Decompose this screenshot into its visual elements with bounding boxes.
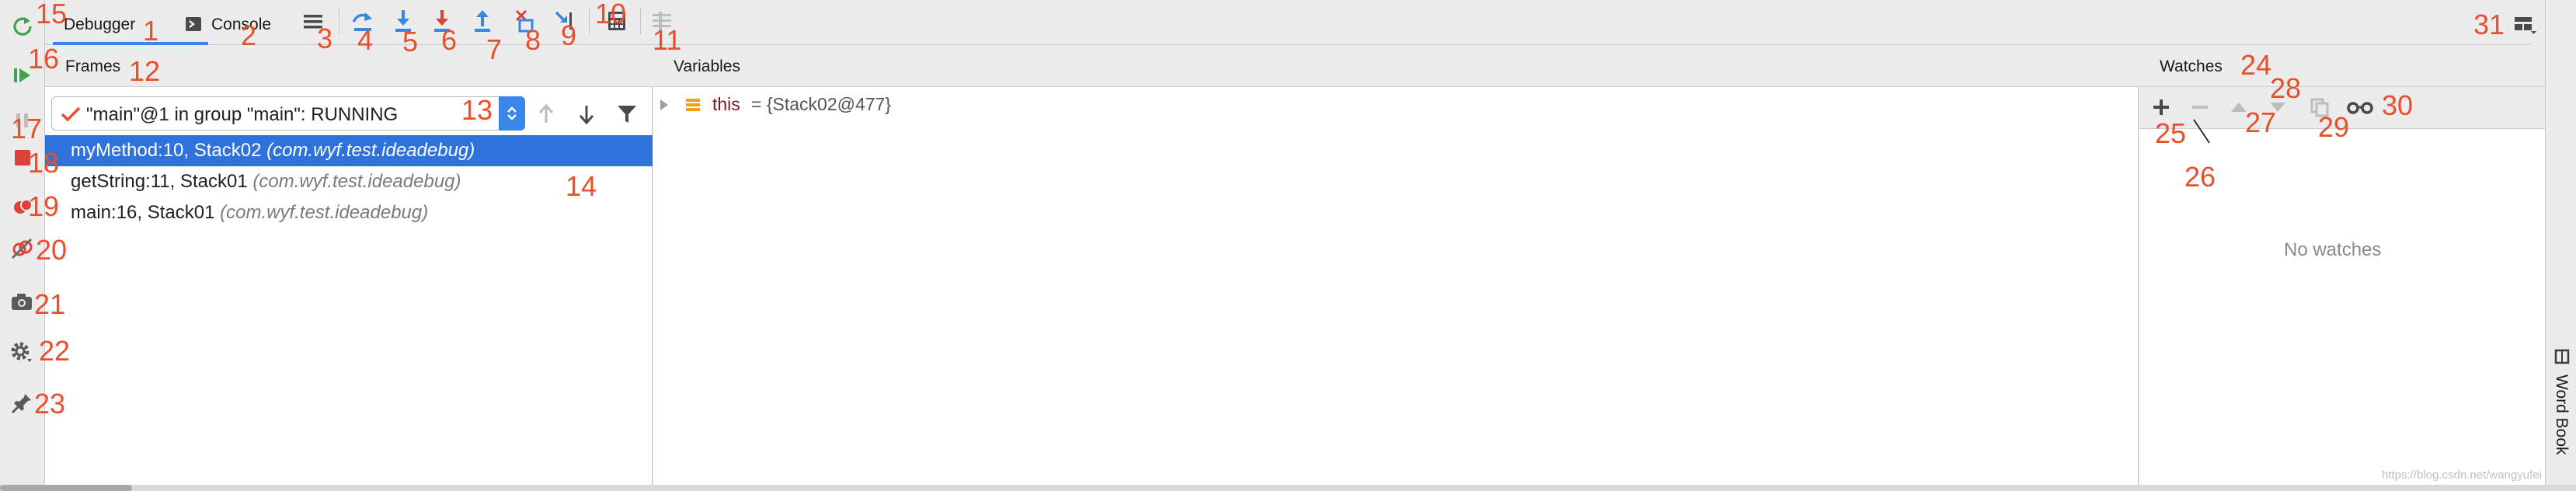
next-frame-arrow-icon[interactable] [576,103,597,126]
annotation-pointer-line [2193,119,2210,144]
word-book-tool-button[interactable]: Word Book [2549,346,2574,471]
toolbar-separator [589,8,590,34]
frame-package: (com.wyf.test.ideadebug) [252,171,461,192]
annotation-number: 21 [34,288,66,320]
annotation-number: 18 [28,147,60,179]
annotation-number: 19 [28,190,60,222]
book-icon [2554,349,2570,364]
variables-header: Variables [653,45,2139,87]
no-watches-text: No watches [2284,239,2382,260]
annotation-number: 15 [36,0,68,30]
annotation-number: 13 [461,94,493,126]
annotation-number: 28 [2270,72,2302,104]
debug-tool-window: Debugger Console Frames "main"@1 in grou… [0,0,2576,491]
pin-tab-icon[interactable] [9,392,34,415]
annotation-number: 16 [28,43,60,75]
right-tool-strip: Word Book [2545,0,2576,491]
frames-panel: Frames "main"@1 in group "main": RUNNING [45,45,653,485]
watches-header: Watches [2139,45,2545,87]
restore-layout-icon[interactable] [2512,14,2537,36]
annotation-number: 29 [2318,111,2350,143]
word-book-label: Word Book [2553,374,2571,455]
annotation-number: 30 [2382,89,2414,121]
frame-method: getString:11, Stack01 [71,171,248,192]
tab-debugger-label: Debugger [64,16,136,33]
variable-name: this [712,94,740,114]
variable-value: = {Stack02@477} [751,94,892,114]
annotation-number: 14 [566,170,597,202]
annotation-number: 12 [129,55,161,87]
toolbar-separator [640,8,641,34]
frame-package: (com.wyf.test.ideadebug) [266,140,475,161]
annotation-number: 8 [525,24,541,56]
debugger-tab-underline [67,42,165,44]
watches-title: Watches [2160,57,2223,75]
frame-row[interactable]: myMethod:10, Stack02 (com.wyf.test.idead… [45,135,653,166]
horizontal-scrollbar[interactable] [0,485,2576,491]
annotation-number: 24 [2240,49,2272,81]
annotation-number: 17 [11,113,43,145]
annotation-number: 10 [595,0,627,30]
annotation-number: 7 [486,33,503,65]
frame-method: main:16, Stack01 [71,202,215,223]
annotation-number: 11 [653,24,682,56]
annotation-number: 9 [561,19,577,51]
frame-row[interactable]: main:16, Stack01 (com.wyf.test.ideadebug… [45,197,653,228]
show-watches-in-variables-icon[interactable] [2346,96,2374,118]
frames-title: Frames [65,57,121,75]
frame-row[interactable]: getString:11, Stack01 (com.wyf.test.idea… [45,166,653,197]
annotation-number: 27 [2245,106,2277,138]
thread-selector-dropdown[interactable]: "main"@1 in group "main": RUNNING [51,96,525,131]
variable-row[interactable]: this = {Stack02@477} [653,89,2139,120]
field-icon [686,99,700,111]
console-icon [186,17,201,31]
chevron-up-down-icon [507,106,517,120]
annotation-number: 6 [441,24,458,56]
frame-method: myMethod:10, Stack02 [71,140,262,161]
variables-panel: Variables this = {Stack02@477} [653,45,2139,485]
annotation-number: 26 [2184,161,2216,193]
thread-selector-value: "main"@1 in group "main": RUNNING [86,104,399,125]
annotation-number: 1 [143,15,159,47]
annotation-number: 5 [402,26,419,57]
annotation-number: 2 [241,19,257,51]
step-out-icon[interactable] [471,8,494,34]
annotation-number: 3 [317,23,333,54]
previous-frame-arrow-icon[interactable] [536,103,556,126]
expand-arrow-icon[interactable] [658,98,670,112]
add-watch-icon[interactable] [2150,96,2172,118]
variables-title: Variables [674,57,740,75]
mute-breakpoints-icon[interactable] [9,237,36,260]
annotation-number: 23 [34,388,66,420]
horizontal-scrollbar-thumb[interactable] [0,485,132,491]
thread-dropdown-button[interactable] [499,96,525,131]
settings-gear-icon[interactable] [9,340,34,364]
rerun-icon[interactable] [11,14,34,37]
annotation-number: 4 [357,24,374,56]
watermark-text: https://blog.csdn.net/wangyufei [2382,468,2542,482]
annotation-number: 31 [2473,9,2505,40]
annotation-number: 22 [39,335,71,367]
frame-package: (com.wyf.test.ideadebug) [220,202,429,223]
filter-icon[interactable] [615,103,639,126]
camera-icon[interactable] [9,290,34,313]
remove-watch-icon[interactable] [2189,96,2211,118]
annotation-number: 25 [2155,117,2187,149]
thread-check-icon [61,106,81,122]
annotation-number: 20 [36,234,68,266]
